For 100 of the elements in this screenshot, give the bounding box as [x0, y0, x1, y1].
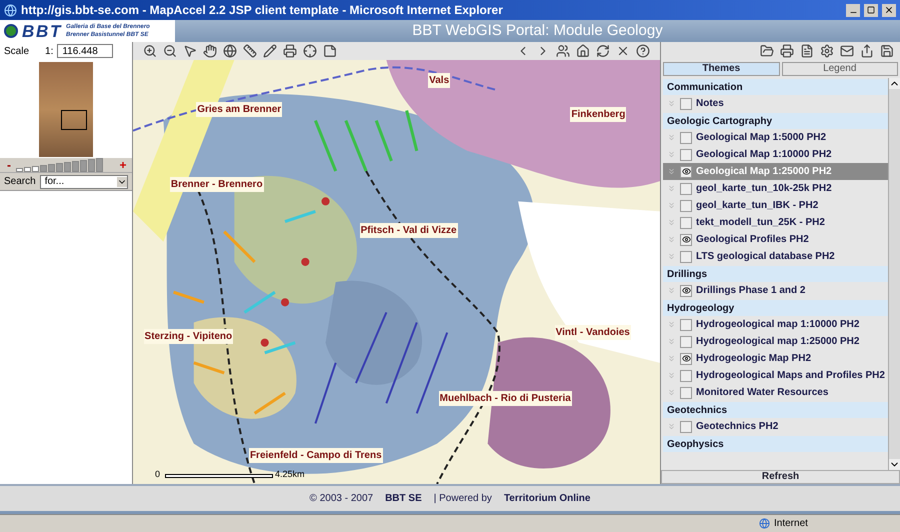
visibility-checkbox[interactable] — [680, 234, 692, 246]
close-icon — [884, 5, 894, 15]
scroll-down-icon[interactable] — [889, 459, 900, 470]
theme-group-header: Hydrogeology — [663, 300, 888, 316]
scroll-up-icon[interactable] — [889, 78, 900, 89]
visibility-checkbox[interactable] — [680, 250, 692, 262]
visibility-checkbox[interactable] — [680, 98, 692, 110]
zoom-in-button[interactable]: + — [118, 159, 128, 171]
layer-row[interactable]: tekt_modell_tun_25K - PH2 — [663, 214, 888, 231]
place-label: Finkenberg — [570, 106, 626, 122]
dropdown-icon — [117, 176, 127, 186]
logo-text: BBT — [22, 22, 62, 40]
company-link[interactable]: BBT SE — [385, 491, 422, 506]
layer-label: Hydrogeological map 1:10000 PH2 — [696, 320, 860, 330]
layer-row[interactable]: Drillings Phase 1 and 2 — [663, 282, 888, 299]
note-icon[interactable] — [321, 42, 339, 60]
settings-icon[interactable] — [818, 42, 836, 60]
refresh-button[interactable]: Refresh — [661, 470, 900, 484]
layer-label: Monitored Water Resources — [696, 388, 828, 398]
users-icon[interactable] — [554, 42, 572, 60]
visibility-checkbox[interactable] — [680, 318, 692, 330]
place-label: Vintl - Vandoies — [554, 325, 631, 340]
home-icon[interactable] — [574, 42, 592, 60]
layer-label: Hydrogeologic Map PH2 — [696, 354, 812, 364]
place-label: Pfitsch - Val di Vizze — [360, 223, 458, 238]
layer-row[interactable]: geol_karte_tun_10k-25k PH2 — [663, 180, 888, 197]
zoom-out-icon[interactable] — [161, 42, 179, 60]
layer-label: Drillings Phase 1 and 2 — [696, 286, 806, 296]
visibility-checkbox[interactable] — [680, 216, 692, 228]
visibility-checkbox[interactable] — [680, 420, 692, 432]
theme-group-header: Geophysics — [663, 436, 888, 452]
visibility-checkbox[interactable] — [680, 284, 692, 296]
globe-icon[interactable] — [221, 42, 239, 60]
search-select[interactable]: for... — [40, 174, 128, 188]
layer-row[interactable]: Hydrogeologic Map PH2 — [663, 350, 888, 367]
layer-row[interactable]: Hydrogeological Maps and Profiles PH2 — [663, 367, 888, 384]
theme-group-header: Geotechnics — [663, 402, 888, 418]
window-title: http://gis.bbt-se.com - MapAccel 2.2 JSP client template - Microsoft Internet Explorer — [21, 2, 504, 19]
layer-row[interactable]: Hydrogeological map 1:10000 PH2 — [663, 316, 888, 333]
scale-label: Scale — [4, 44, 30, 58]
minimize-button[interactable] — [846, 4, 860, 16]
product-link[interactable]: Territorium Online — [504, 491, 590, 506]
layer-row[interactable]: Hydrogeological map 1:25000 PH2 — [663, 333, 888, 350]
layer-label: geol_karte_tun_10k-25k PH2 — [696, 184, 832, 194]
status-zone: Internet — [774, 517, 809, 531]
layer-row[interactable]: Geological Map 1:10000 PH2 — [663, 146, 888, 163]
printer-icon[interactable] — [281, 42, 299, 60]
place-label: Sterzing - Vipiteno — [144, 329, 234, 344]
ruler-icon[interactable] — [241, 42, 259, 60]
scale-field[interactable]: 116.448 — [57, 44, 114, 58]
place-label: Vals — [428, 72, 450, 88]
close-button[interactable] — [882, 4, 896, 16]
maximize-icon — [867, 6, 875, 14]
panel-tab[interactable]: Legend — [782, 62, 898, 76]
layer-label: Hydrogeological Maps and Profiles PH2 — [696, 370, 885, 380]
visibility-checkbox[interactable] — [680, 352, 692, 364]
visibility-checkbox[interactable] — [680, 336, 692, 348]
theme-group-header: Communication — [663, 79, 888, 95]
layer-label: tekt_modell_tun_25K - PH2 — [696, 218, 825, 228]
place-label: Muehlbach - Rio di Pusteria — [438, 390, 572, 406]
layer-row[interactable]: Geological Profiles PH2 — [663, 231, 888, 248]
pencil-icon[interactable] — [261, 42, 279, 60]
maximize-button[interactable] — [864, 4, 878, 16]
theme-group-header: Drillings — [663, 266, 888, 282]
layer-label: Geotechnics PH2 — [696, 422, 778, 432]
visibility-checkbox[interactable] — [680, 132, 692, 144]
save-icon[interactable] — [878, 42, 896, 60]
layer-row[interactable]: LTS geological database PH2 — [663, 248, 888, 265]
printer-icon[interactable] — [778, 42, 796, 60]
visibility-checkbox[interactable] — [680, 370, 692, 382]
layer-label: Geological Profiles PH2 — [696, 234, 809, 244]
help-icon[interactable] — [634, 42, 652, 60]
pan-icon[interactable] — [201, 42, 219, 60]
layer-row[interactable]: Notes — [663, 95, 888, 112]
crosshair-icon[interactable] — [301, 42, 319, 60]
scrollbar[interactable] — [888, 78, 900, 470]
layer-row[interactable]: Monitored Water Resources — [663, 384, 888, 401]
layer-label: Geological Map 1:10000 PH2 — [696, 150, 832, 160]
visibility-checkbox[interactable] — [680, 166, 692, 178]
map-canvas[interactable]: Vals Gries am Brenner Finkenberg Brenner - Brennero Pfitsch - Val di Vizze Sterzing - Vipiteno Vintl - Vandoies Muehlbach - Rio di Pusteria Freienfeld - Campo di Trens 0 4.25km — [133, 60, 660, 484]
layer-row[interactable]: Geological Map 1:5000 PH2 — [663, 129, 888, 146]
layer-row[interactable]: geol_karte_tun_IBK - PH2 — [663, 197, 888, 214]
visibility-checkbox[interactable] — [680, 200, 692, 212]
layer-label: LTS geological database PH2 — [696, 252, 835, 262]
visibility-checkbox[interactable] — [680, 182, 692, 194]
powered-by-text: | Powered by — [434, 492, 492, 506]
layer-row[interactable]: Geotechnics PH2 — [663, 418, 888, 435]
layer-label: Hydrogeological map 1:25000 PH2 — [696, 336, 860, 346]
visibility-checkbox[interactable] — [680, 148, 692, 160]
viewport-rectangle[interactable] — [61, 110, 87, 130]
refresh-icon[interactable] — [594, 42, 612, 60]
layer-label: Geological Map 1:5000 PH2 — [696, 132, 826, 142]
visibility-checkbox[interactable] — [680, 386, 692, 398]
layer-label: geol_karte_tun_IBK - PH2 — [696, 200, 818, 210]
panel-tab[interactable]: Themes — [663, 62, 780, 76]
place-label: Freienfeld - Campo di Trens — [248, 448, 383, 463]
zoom-in-icon[interactable] — [141, 42, 159, 60]
portal-title: BBT WebGIS Portal: Module Geology — [411, 20, 664, 41]
layer-label: Notes — [696, 98, 724, 108]
zoom-out-button[interactable]: - — [4, 159, 14, 171]
